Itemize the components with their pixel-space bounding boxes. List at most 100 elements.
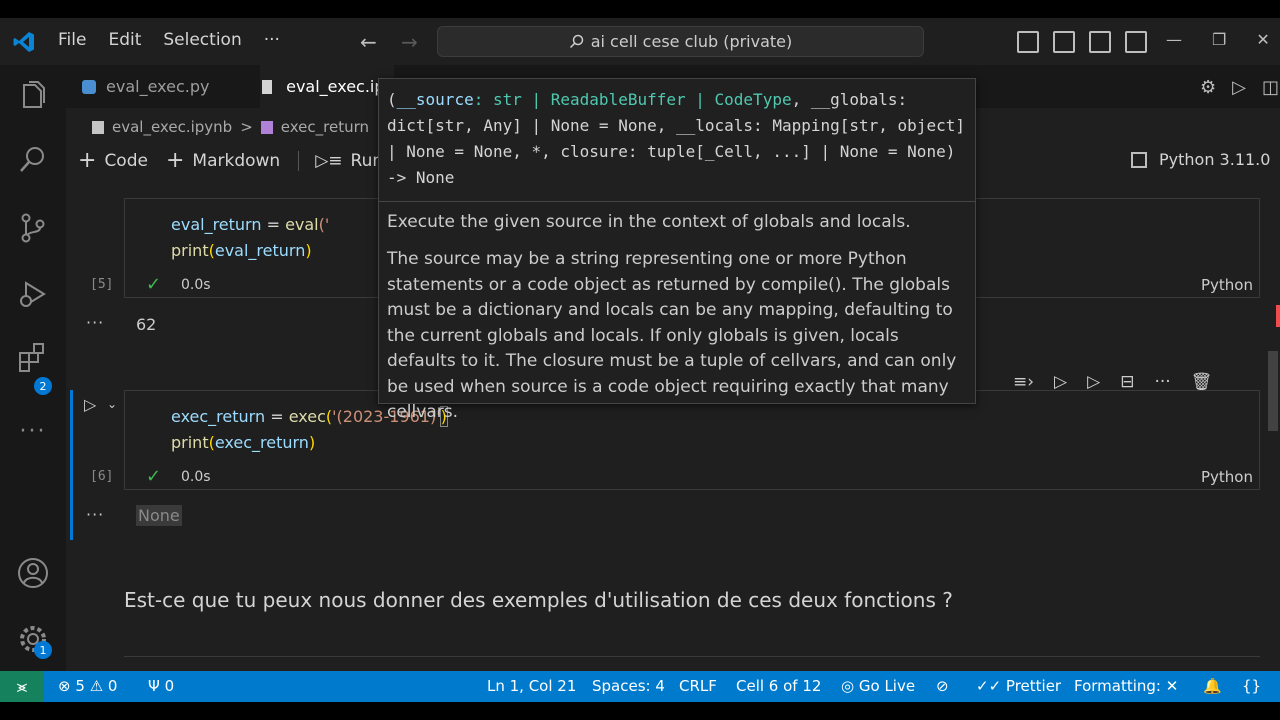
toolbar-divider <box>298 150 300 171</box>
add-markdown-cell-button[interactable]: + Markdown <box>166 148 280 173</box>
warning-count: 0 <box>107 677 118 695</box>
focused-cell-indicator <box>70 390 73 540</box>
run-and-debug-icon[interactable] <box>16 277 50 311</box>
output-more-icon[interactable]: ··· <box>86 505 104 524</box>
cell-5-line-1: eval_return = eval(' <box>171 215 330 234</box>
kernel-label: Python 3.11.0 <box>1159 150 1271 169</box>
more-cell-actions-icon[interactable]: ··· <box>1154 372 1170 392</box>
double-check-icon: ✓✓ <box>976 677 1002 695</box>
editor-actions: ⚙ ▷ ◫ ··· <box>1200 77 1280 98</box>
run-cell-icon[interactable]: ▷ <box>84 395 96 414</box>
remote-indicator[interactable]: ⪤ <box>0 671 44 702</box>
plus-icon: + <box>78 148 97 173</box>
tab-label: eval_exec.py <box>106 77 210 96</box>
minimize-icon[interactable]: — <box>1166 30 1182 49</box>
problems-indicator[interactable]: ⊗ 5 ⚠ 0 <box>58 677 117 695</box>
success-check-icon: ✓ <box>146 274 162 295</box>
hover-summary: Execute the given source in the context … <box>387 212 911 232</box>
execution-count: [5] <box>90 277 114 292</box>
more-views-icon[interactable]: ··· <box>16 415 50 449</box>
breadcrumb: eval_exec.ipynb > exec_return <box>92 118 369 136</box>
indentation[interactable]: Spaces: 4 <box>592 677 665 695</box>
tab-eval-exec-py[interactable]: eval_exec.py <box>82 65 209 108</box>
cell-language[interactable]: Python <box>1201 276 1253 294</box>
toggle-panel-icon[interactable] <box>1053 31 1075 53</box>
error-overview-marker <box>1276 305 1280 327</box>
cursor-position[interactable]: Ln 1, Col 21 <box>487 677 576 695</box>
output-more-icon[interactable]: ··· <box>86 313 104 332</box>
hover-divider <box>379 201 975 202</box>
search-text: ai cell cese club (private) <box>590 32 793 51</box>
kernel-picker[interactable]: Python 3.11.0 <box>1131 150 1270 169</box>
delete-cell-icon[interactable]: 🗑 <box>1191 372 1213 392</box>
notebook-toolbar: + Code + Markdown ▷≡ Run A <box>78 148 418 173</box>
close-icon[interactable]: ✕ <box>1256 30 1269 49</box>
menu-edit[interactable]: Edit <box>108 30 141 50</box>
toggle-primary-sidebar-icon[interactable] <box>1017 31 1039 53</box>
add-code-cell-button[interactable]: + Code <box>78 148 148 173</box>
ports-indicator[interactable]: Ψ 0 <box>148 677 174 695</box>
accounts-icon[interactable] <box>16 556 50 590</box>
search-icon <box>569 34 583 48</box>
success-check-icon: ✓ <box>146 466 162 487</box>
go-live-button[interactable]: ◎ Go Live <box>841 677 915 695</box>
menu-file[interactable]: File <box>58 30 86 50</box>
notifications-bell-icon[interactable]: 🔔 <box>1203 677 1222 695</box>
warning-icon: ⚠ <box>89 677 104 695</box>
next-cell-border <box>124 656 1260 657</box>
vscode-window: File Edit Selection ··· ← → ai cell cese… <box>0 18 1280 702</box>
title-bar: File Edit Selection ··· ← → ai cell cese… <box>0 18 1280 65</box>
restore-icon[interactable]: ❐ <box>1212 30 1226 49</box>
execute-below-icon[interactable]: ▷ <box>1087 372 1100 392</box>
source-control-icon[interactable] <box>16 211 50 245</box>
gear-icon[interactable]: ⚙ <box>1200 77 1216 98</box>
execution-time: 0.0s <box>181 469 211 485</box>
symbol-icon <box>260 120 273 134</box>
execute-above-icon[interactable]: ▷ <box>1054 372 1067 392</box>
vertical-scrollbar[interactable] <box>1268 351 1278 431</box>
broadcast-icon: ◎ <box>841 677 855 695</box>
remote-icon: ⪤ <box>16 676 28 696</box>
cell-toolbar: ≡› ▷ ▷ ⊟ ··· 🗑 <box>1003 367 1223 397</box>
run-file-icon[interactable]: ▷ <box>1232 77 1246 98</box>
error-count: 5 <box>75 677 85 695</box>
signature-hover-tooltip: (__source: str | ReadableBuffer | CodeTy… <box>378 78 976 422</box>
execution-time: 0.0s <box>181 277 211 293</box>
forward-arrow-icon[interactable]: → <box>401 30 418 54</box>
explorer-icon[interactable] <box>16 79 50 113</box>
no-bell-icon[interactable]: ⊘ <box>936 677 949 695</box>
split-editor-icon[interactable]: ◫ <box>1262 77 1279 98</box>
cell-5-line-2: print(eval_return) <box>171 241 312 260</box>
prettier-button[interactable]: ✓✓ Prettier <box>976 677 1061 695</box>
navigation-arrows: ← → <box>360 30 436 54</box>
menu-bar: File Edit Selection ··· <box>58 30 302 50</box>
copilot-icon[interactable]: {} <box>1242 677 1261 695</box>
formatting-status[interactable]: Formatting: ✕ <box>1074 677 1178 695</box>
ports-count: 0 <box>164 677 175 695</box>
ports-icon: Ψ <box>148 677 160 695</box>
status-bar: ⪤ ⊗ 5 ⚠ 0 Ψ 0 Ln 1, Col 21 Spaces: 4 CRL… <box>0 671 1280 702</box>
breadcrumb-separator: > <box>240 118 253 136</box>
breadcrumb-file[interactable]: eval_exec.ipynb <box>112 118 232 136</box>
markdown-cell-text[interactable]: Est-ce que tu peux nous donner des exemp… <box>124 588 953 612</box>
execution-count: [6] <box>90 469 114 484</box>
tab-eval-exec-ipynb[interactable]: eval_exec.ipy <box>260 65 394 108</box>
command-center-search[interactable]: ai cell cese club (private) <box>437 26 924 57</box>
search-view-icon[interactable] <box>16 143 50 177</box>
extensions-icon[interactable] <box>16 341 50 375</box>
customize-layout-icon[interactable] <box>1125 31 1147 53</box>
breadcrumb-cell[interactable]: exec_return <box>281 118 369 136</box>
cell-language[interactable]: Python <box>1201 468 1253 486</box>
chevron-down-icon[interactable]: ⌄ <box>107 397 117 411</box>
plus-icon: + <box>165 148 185 173</box>
end-of-line[interactable]: CRLF <box>679 677 717 695</box>
back-arrow-icon[interactable]: ← <box>360 30 377 54</box>
menu-selection[interactable]: Selection <box>163 30 241 50</box>
toggle-secondary-sidebar-icon[interactable] <box>1089 31 1111 53</box>
cell-indicator[interactable]: Cell 6 of 12 <box>736 677 821 695</box>
split-cell-icon[interactable]: ⊟ <box>1120 372 1134 392</box>
menu-more[interactable]: ··· <box>264 30 280 50</box>
run-all-icon: ▷≡ <box>315 150 343 171</box>
run-by-line-icon[interactable]: ≡› <box>1013 372 1034 392</box>
notebook-file-icon <box>262 79 273 94</box>
